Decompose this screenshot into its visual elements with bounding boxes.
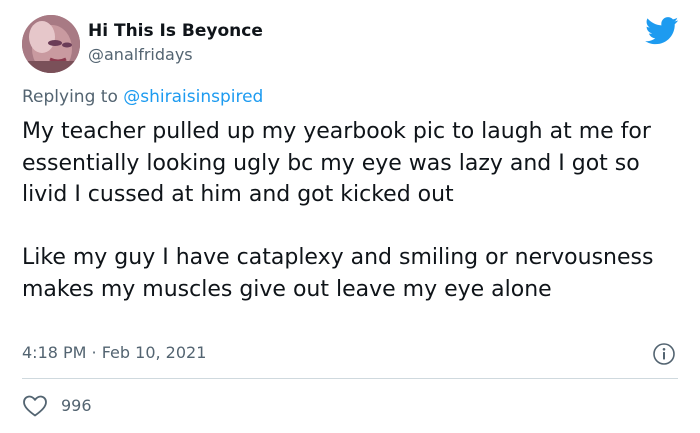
divider [22,378,678,379]
replying-to: Replying to @shiraisinspired [22,87,263,107]
twitter-bird-icon[interactable] [645,17,679,45]
author-handle[interactable]: @analfridays [88,45,193,64]
tweet-card: Hi This Is Beyonce @analfridays Replying… [0,0,700,433]
tweet-timestamp[interactable]: 4:18 PM · Feb 10, 2021 [22,343,206,362]
avatar[interactable] [22,15,80,73]
info-icon[interactable] [652,342,676,366]
author-display-name[interactable]: Hi This Is Beyonce [88,21,263,41]
tweet-text: My teacher pulled up my yearbook pic to … [22,119,654,302]
replying-prefix: Replying to [22,87,124,107]
heart-icon[interactable] [22,394,48,418]
avatar-photo [22,15,80,73]
like-count: 996 [61,396,92,415]
reply-mention-link[interactable]: @shiraisinspired [123,87,263,107]
